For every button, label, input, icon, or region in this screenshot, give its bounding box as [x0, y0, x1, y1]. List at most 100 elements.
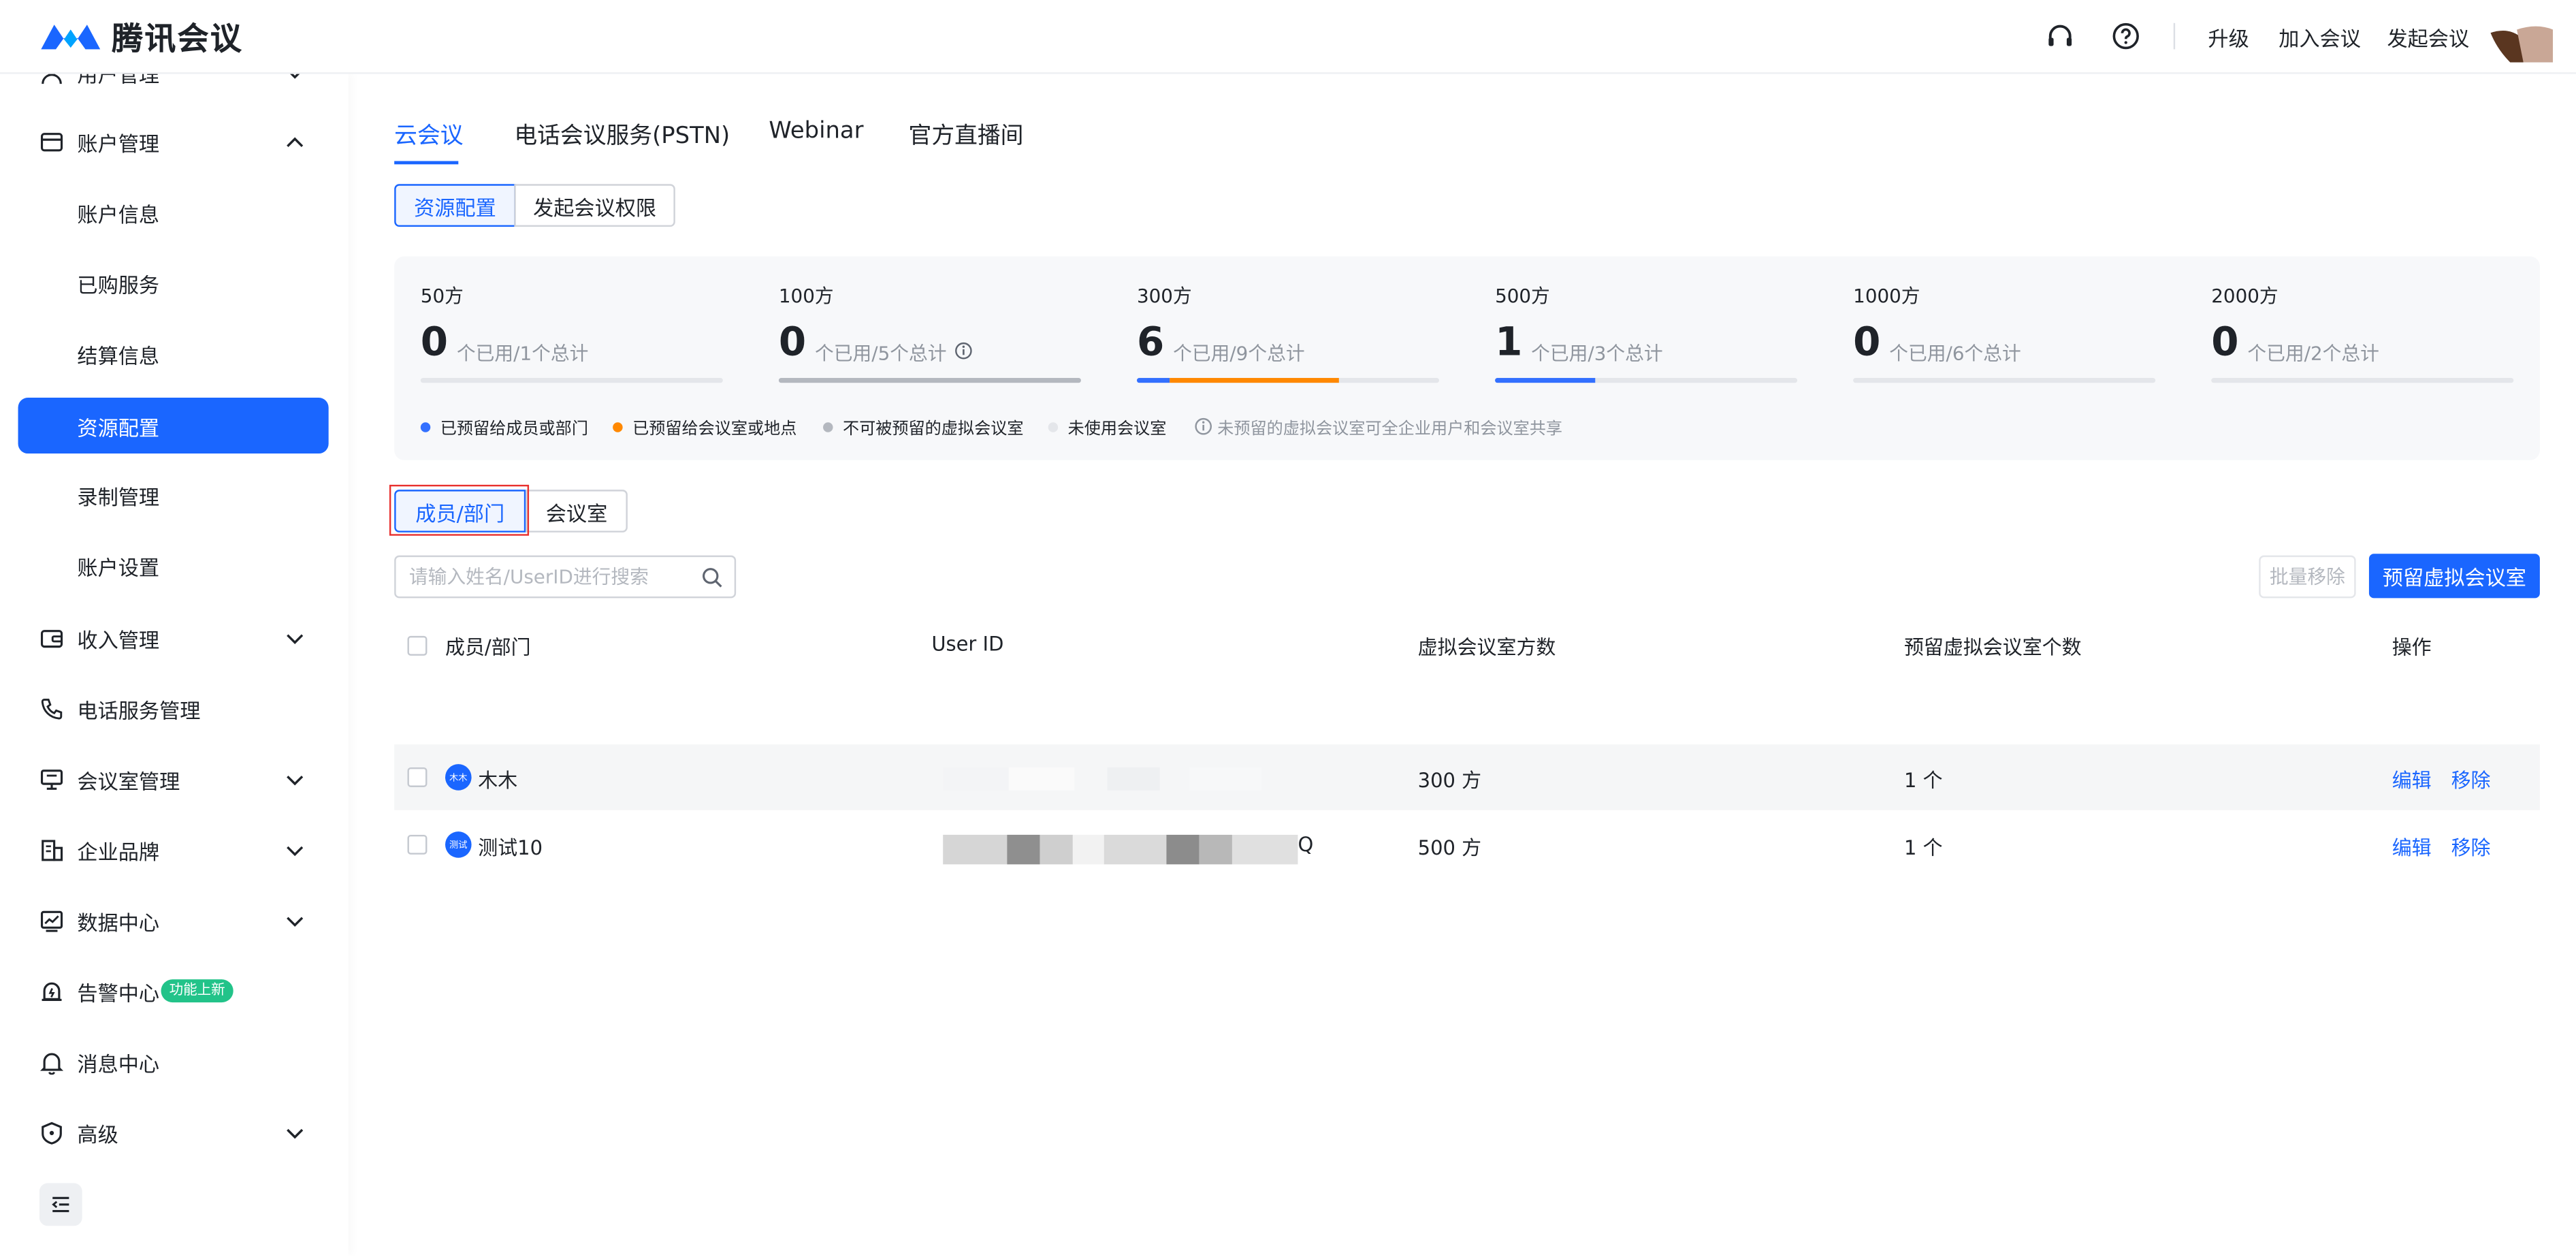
remove-link[interactable]: 移除 — [2451, 833, 2491, 861]
app-logo[interactable]: 腾讯会议 — [39, 16, 244, 57]
usage-bar-segment — [1170, 378, 1339, 383]
user-avatar[interactable] — [2487, 16, 2554, 63]
stat-card: 300方 6 个已用/9个总计 — [1136, 256, 1440, 404]
stat-used-count: 6 — [1136, 319, 1165, 365]
headset-icon[interactable] — [2044, 20, 2076, 52]
tencent-meeting-logo-icon — [41, 25, 101, 50]
chart-icon — [40, 910, 63, 932]
stat-card: 50方 0 个已用/1个总计 — [420, 256, 723, 404]
usage-bar — [2211, 378, 2514, 383]
segment-meeting-permission[interactable]: 发起会议权限 — [514, 184, 675, 227]
legend-label: 已预留给会议室或地点 — [632, 420, 797, 439]
stat-usage-text: 个已用/3个总计 — [1531, 341, 1663, 365]
edit-link[interactable]: 编辑 — [2392, 766, 2432, 794]
column-header-capacity: 虚拟会议室方数 — [1417, 635, 1556, 659]
chevron-down-icon — [287, 917, 304, 927]
legend-label: 已预留给成员或部门 — [440, 420, 588, 439]
stat-title: 1000方 — [1853, 284, 1920, 308]
active-tab-indicator — [394, 161, 459, 165]
stat-usage-text: 个已用/2个总计 — [2247, 341, 2379, 365]
tab-official-live[interactable]: 官方直播间 — [909, 118, 1024, 151]
chevron-down-icon — [287, 846, 304, 857]
select-all-checkbox[interactable] — [407, 635, 428, 656]
stat-title: 100方 — [778, 284, 834, 308]
collapse-menu-icon — [52, 1196, 69, 1213]
row-checkbox[interactable] — [407, 767, 428, 787]
capacity-value: 300 方 — [1417, 769, 1482, 793]
tab-webinar[interactable]: Webinar — [769, 118, 863, 145]
stat-used-count: 0 — [778, 319, 807, 365]
search-input[interactable] — [408, 562, 689, 592]
stat-title: 50方 — [420, 284, 464, 308]
segment-resource-config[interactable]: 资源配置 — [394, 184, 516, 227]
join-meeting-link[interactable]: 加入会议 — [2279, 21, 2361, 52]
stat-card: 100方 0 个已用/5个总计 — [778, 256, 1081, 404]
stat-used-count: 0 — [1853, 319, 1881, 365]
sidebar-item-label: 企业品牌 — [77, 838, 160, 864]
stat-usage-text: 个已用/6个总计 — [1889, 341, 2021, 365]
column-header-reserved-count: 预留虚拟会议室个数 — [1903, 635, 2082, 659]
tab-cloud-meeting[interactable]: 云会议 — [394, 118, 463, 151]
sidebar-item-message-center[interactable]: 消息中心 — [0, 1032, 349, 1092]
usage-bar-segment — [1136, 378, 1171, 383]
meeting-room-icon — [40, 769, 63, 790]
shield-icon — [42, 1121, 62, 1145]
sidebar: 用户管理 账户管理 账户信息 已购服务 结算信息 资源配置 录制管理 账户设置 … — [0, 61, 349, 1256]
help-icon[interactable] — [2110, 20, 2142, 52]
usage-bar — [420, 378, 723, 383]
search-icon[interactable] — [701, 567, 722, 588]
sidebar-item-resource-config[interactable]: 资源配置 — [18, 398, 329, 454]
row-checkbox[interactable] — [407, 834, 428, 855]
account-card-icon — [40, 133, 63, 152]
sidebar-item-phone-service[interactable]: 电话服务管理 — [0, 679, 349, 738]
sidebar-item-label: 已购服务 — [77, 272, 160, 297]
legend-item: 未使用会议室 — [1048, 414, 1167, 439]
app-name: 腾讯会议 — [112, 20, 244, 57]
sidebar-item-advanced[interactable]: 高级 — [0, 1102, 349, 1162]
stat-usage-text: 个已用/1个总计 — [456, 341, 589, 365]
chevron-down-icon — [287, 634, 304, 644]
segment-members-departments[interactable]: 成员/部门 — [394, 490, 526, 532]
sidebar-item-account-management[interactable]: 账户管理 — [0, 112, 349, 171]
sidebar-item-income-management[interactable]: 收入管理 — [0, 608, 349, 667]
chevron-up-icon — [287, 137, 304, 147]
sidebar-item-billing-info[interactable]: 结算信息 — [0, 323, 349, 383]
member-avatar: 测试 — [445, 831, 472, 858]
sidebar-item-label: 账户管理 — [77, 130, 160, 156]
legend-item: 不可被预留的虚拟会议室 — [823, 414, 1023, 439]
wallet-icon — [40, 630, 63, 648]
sidebar-item-recording-management[interactable]: 录制管理 — [0, 465, 349, 524]
sidebar-item-account-settings[interactable]: 账户设置 — [0, 536, 349, 595]
collapse-sidebar-button[interactable] — [39, 1183, 82, 1226]
tab-pstn[interactable]: 电话会议服务(PSTN) — [514, 118, 730, 151]
legend-note: 未预留的虚拟会议室可全企业用户和会议室共享 — [1194, 414, 1562, 439]
sidebar-item-account-info[interactable]: 账户信息 — [0, 182, 349, 242]
sidebar-item-purchased-services[interactable]: 已购服务 — [0, 253, 349, 313]
sidebar-item-meeting-room[interactable]: 会议室管理 — [0, 749, 349, 808]
usage-bar — [1495, 378, 1798, 383]
stat-usage-text: 个已用/9个总计 — [1173, 341, 1305, 365]
phone-icon — [41, 699, 63, 720]
sidebar-item-label: 电话服务管理 — [77, 697, 201, 722]
legend-label: 未使用会议室 — [1067, 420, 1167, 439]
reserve-virtual-room-button[interactable]: 预留虚拟会议室 — [2368, 554, 2540, 599]
stat-title: 2000方 — [2211, 284, 2279, 308]
stat-card: 1000方 0 个已用/6个总计 — [1853, 256, 2156, 404]
sidebar-item-label: 会议室管理 — [77, 768, 180, 793]
table-row: 木木 木木 300 方 1 个 编辑 移除 — [394, 744, 2540, 810]
sidebar-item-alarm-center[interactable]: 告警中心 功能上新 — [0, 961, 349, 1021]
upgrade-link[interactable]: 升级 — [2208, 21, 2249, 52]
reserved-count-value: 1 个 — [1903, 769, 1943, 793]
resource-stats-panel: 50方 0 个已用/1个总计 100方 0 个已用/5个总计 300方 6 个已… — [394, 256, 2540, 460]
batch-remove-button[interactable]: 批量移除 — [2259, 555, 2356, 599]
segment-meeting-rooms[interactable]: 会议室 — [526, 490, 628, 532]
sidebar-item-enterprise-brand[interactable]: 企业品牌 — [0, 820, 349, 879]
start-meeting-link[interactable]: 发起会议 — [2387, 21, 2469, 52]
sidebar-item-label: 资源配置 — [77, 415, 160, 440]
sidebar-item-data-center[interactable]: 数据中心 — [0, 891, 349, 950]
remove-link[interactable]: 移除 — [2451, 766, 2491, 794]
chevron-down-icon — [287, 776, 304, 786]
edit-link[interactable]: 编辑 — [2392, 833, 2432, 861]
info-icon[interactable] — [954, 342, 973, 360]
building-icon — [42, 840, 63, 861]
